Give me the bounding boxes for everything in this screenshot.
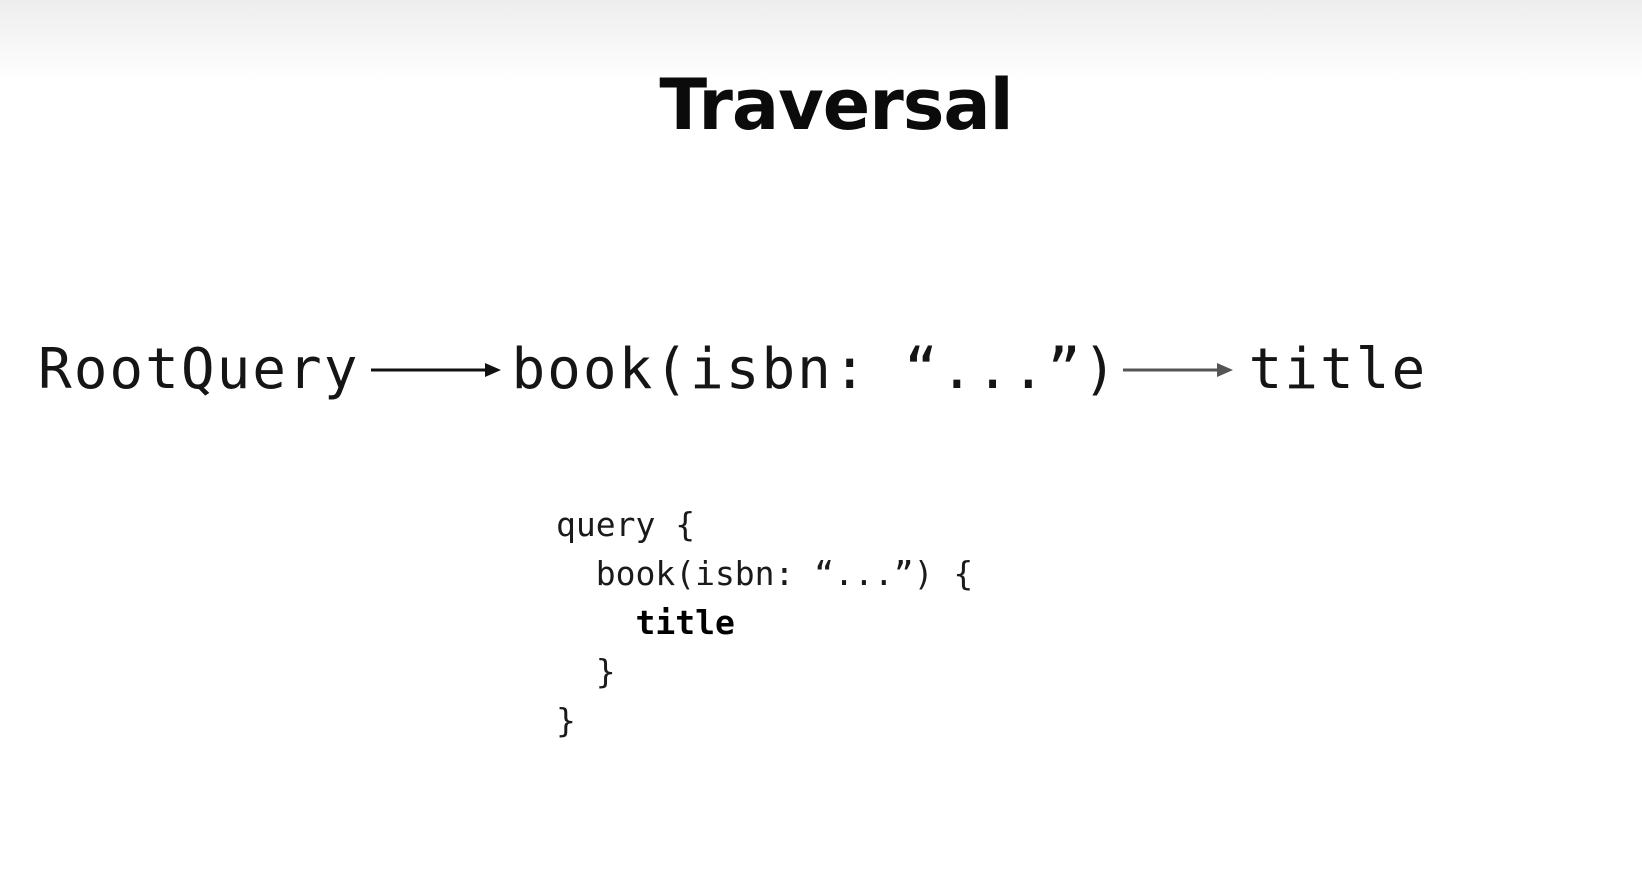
arrow-right-icon	[1122, 360, 1233, 380]
code-line-book: book(isbn: “...”) {	[556, 554, 974, 593]
code-line-title: title	[556, 598, 973, 647]
code-line-close-query: }	[556, 701, 576, 740]
path-node-root-query: RootQuery	[38, 337, 360, 402]
code-field-title: title	[635, 603, 735, 642]
graphql-query-code: query { book(isbn: “...”) { title }}	[556, 500, 973, 745]
code-line-close-book: }	[556, 652, 616, 691]
arrow-right-icon	[371, 360, 502, 380]
traversal-path: RootQuery book(isbn: “...”) title	[38, 330, 1427, 410]
path-node-book: book(isbn: “...”)	[511, 337, 1119, 402]
code-line-query: query {	[556, 505, 696, 544]
slide-title: Traversal	[659, 64, 1013, 146]
path-node-title: title	[1248, 337, 1428, 402]
